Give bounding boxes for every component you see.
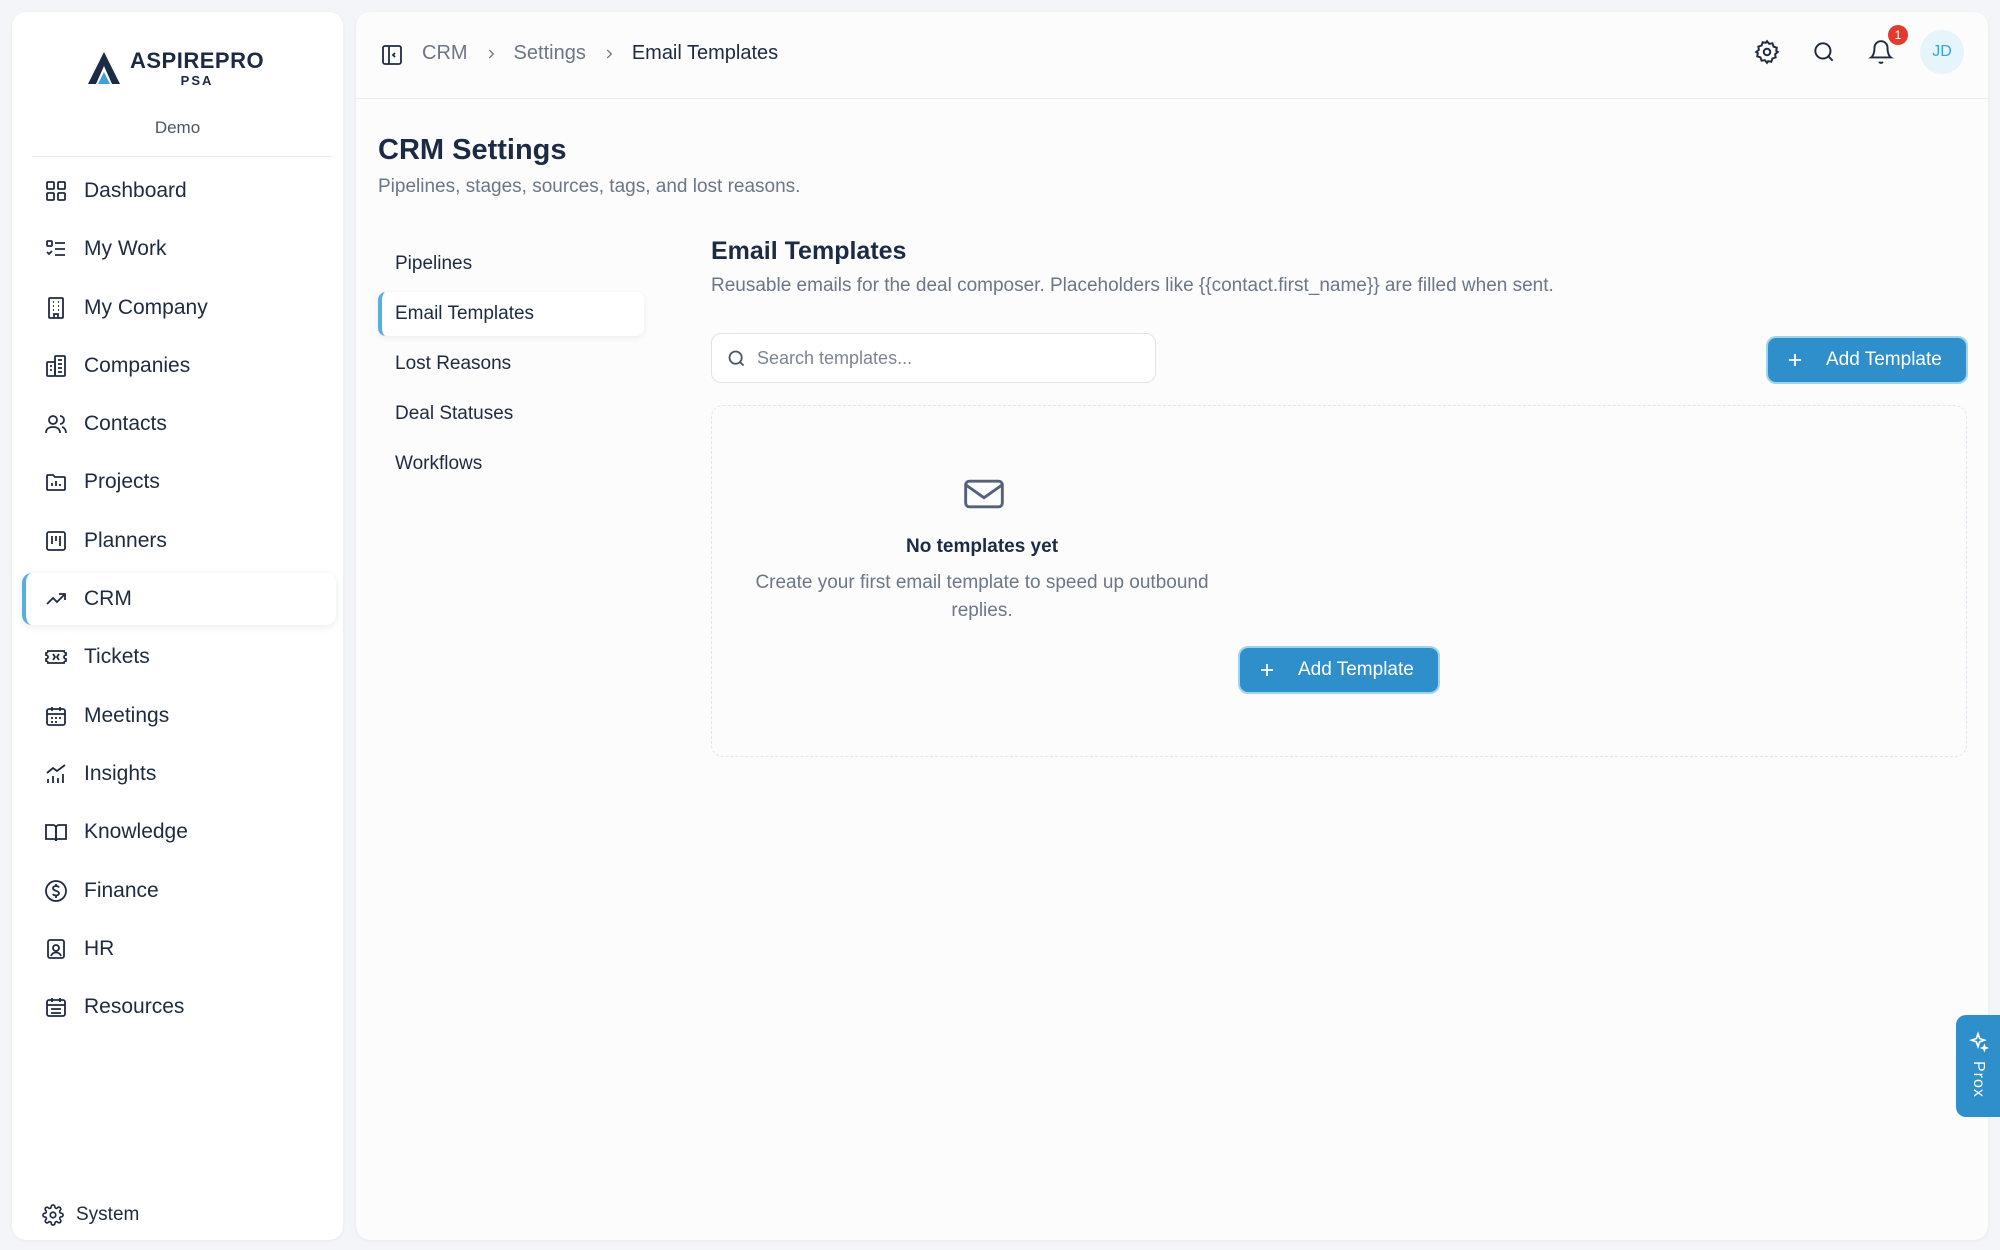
sidebar-item-meetings[interactable]: Meetings [22, 690, 336, 742]
sidebar-item-label: Companies [84, 353, 191, 377]
sidebar-item-label: Finance [84, 878, 159, 902]
sidebar-item-my-work[interactable]: My Work [22, 223, 336, 275]
gear-icon [42, 1204, 64, 1226]
chevron-right-icon [606, 48, 613, 59]
notification-badge: 1 [1888, 25, 1908, 45]
users-icon [45, 415, 67, 434]
breadcrumb-settings[interactable]: Settings [514, 42, 586, 65]
empty-add-template-label: Add Template [1298, 659, 1414, 680]
breadcrumb-crm[interactable]: CRM [422, 42, 468, 65]
search-button[interactable] [1811, 39, 1837, 65]
sidebar-item-label: Contacts [84, 412, 167, 436]
buildings-icon [46, 354, 66, 377]
notifications-button[interactable]: 1 [1868, 25, 1908, 65]
dollar-icon [45, 879, 67, 902]
sidebar-item-label: Tickets [84, 645, 150, 669]
bell-icon [1868, 40, 1894, 64]
calendar-grid-icon [46, 998, 66, 1018]
sidebar-divider [32, 156, 331, 157]
sidebar-item-knowledge[interactable]: Knowledge [22, 806, 336, 858]
sidebar-item-label: Insights [84, 761, 157, 785]
logo[interactable]: ASPIREPRO PSA [84, 48, 264, 88]
book-icon [45, 824, 67, 842]
subnav-item-email-templates[interactable]: Email Templates [378, 292, 644, 336]
sidebar-item-label: Knowledge [84, 820, 188, 844]
sidebar-item-label: Meetings [84, 703, 170, 727]
section-subtitle: Reusable emails for the deal composer. P… [711, 275, 1554, 296]
empty-add-template-button[interactable]: Add Template [1240, 648, 1438, 692]
list-check-icon [46, 240, 65, 257]
logo-mark-icon [88, 52, 120, 84]
sidebar-item-crm[interactable]: CRM [22, 573, 336, 626]
sparkle-icon [1969, 1031, 1989, 1053]
empty-state-description: Create your first email template to spee… [755, 572, 1209, 621]
folder-chart-icon [46, 474, 66, 492]
sidebar-item-label: HR [84, 936, 115, 960]
trending-up-icon [46, 593, 66, 605]
search-icon [728, 350, 745, 366]
add-template-label: Add Template [1826, 349, 1942, 370]
logo-main-text: ASPIREPRO [130, 47, 265, 73]
search-icon [1814, 42, 1834, 62]
gear-icon [1754, 39, 1780, 65]
prox-label: Prox [1970, 1061, 1987, 1098]
plus-icon [1261, 664, 1273, 676]
sidebar-item-my-company[interactable]: My Company [22, 282, 336, 334]
top-bar: CRM Settings Email Templates 1 JD [356, 12, 1988, 99]
search-templates-box [711, 333, 1156, 383]
sidebar-item-label: Projects [84, 470, 160, 494]
page-subtitle: Pipelines, stages, sources, tags, and lo… [378, 176, 801, 197]
sidebar-item-companies[interactable]: Companies [22, 340, 336, 392]
plus-icon [1789, 354, 1801, 366]
sidebar: ASPIREPRO PSA Demo Dashboard My Work My … [12, 12, 343, 1240]
chevron-right-icon [488, 48, 494, 59]
sidebar-item-projects[interactable]: Projects [22, 456, 336, 508]
sidebar-item-dashboard[interactable]: Dashboard [22, 165, 336, 217]
sidebar-item-resources[interactable]: Resources [22, 981, 336, 1033]
ticket-icon [45, 650, 67, 665]
kanban-icon [46, 530, 66, 551]
mail-icon [964, 479, 1004, 509]
subnav-item-workflows[interactable]: Workflows [378, 442, 644, 486]
sidebar-item-label: Dashboard [84, 179, 187, 202]
dashboard-icon [46, 181, 66, 201]
building-icon [48, 296, 64, 319]
sidebar-nav: Dashboard My Work My Company Companies C… [22, 165, 336, 1039]
system-label: System [76, 1204, 140, 1225]
breadcrumb: CRM Settings Email Templates [422, 42, 778, 65]
search-templates-input[interactable] [757, 347, 1137, 369]
page-title: CRM Settings [378, 134, 567, 166]
top-actions: 1 JD [1754, 25, 1964, 74]
system-settings-link[interactable]: System [42, 1204, 139, 1226]
settings-subnav: Pipelines Email Templates Lost Reasons D… [378, 242, 644, 492]
org-name: Demo [154, 118, 201, 137]
sidebar-item-label: My Work [84, 237, 167, 261]
sidebar-item-label: Planners [84, 528, 167, 552]
bar-chart-icon [46, 764, 66, 783]
main-panel: CRM Settings Email Templates 1 JD CRM Se… [356, 12, 1988, 1240]
sidebar-item-label: My Company [84, 295, 208, 319]
subnav-item-pipelines[interactable]: Pipelines [378, 242, 644, 286]
sidebar-item-hr[interactable]: HR [22, 923, 336, 975]
calendar-icon [46, 706, 66, 726]
section-title: Email Templates [711, 237, 907, 265]
sidebar-item-insights[interactable]: Insights [22, 748, 336, 800]
add-template-button[interactable]: Add Template [1768, 338, 1966, 382]
empty-state-title: No templates yet [905, 536, 1059, 557]
sidebar-toggle-icon[interactable] [380, 43, 404, 67]
id-badge-icon [47, 938, 65, 959]
avatar[interactable]: JD [1920, 30, 1964, 74]
breadcrumb-email-templates: Email Templates [631, 42, 779, 64]
logo-sub-text: PSA [180, 72, 214, 88]
sidebar-item-tickets[interactable]: Tickets [22, 631, 336, 683]
sidebar-item-finance[interactable]: Finance [22, 865, 336, 917]
settings-button[interactable] [1754, 39, 1780, 65]
subnav-item-lost-reasons[interactable]: Lost Reasons [378, 342, 644, 386]
prox-assistant-tab[interactable]: Prox [1956, 1015, 2000, 1117]
sidebar-item-label: Resources [84, 995, 185, 1019]
sidebar-item-planners[interactable]: Planners [22, 515, 336, 567]
sidebar-item-contacts[interactable]: Contacts [22, 398, 336, 450]
sidebar-item-label: CRM [84, 587, 132, 611]
subnav-item-deal-statuses[interactable]: Deal Statuses [378, 392, 644, 436]
